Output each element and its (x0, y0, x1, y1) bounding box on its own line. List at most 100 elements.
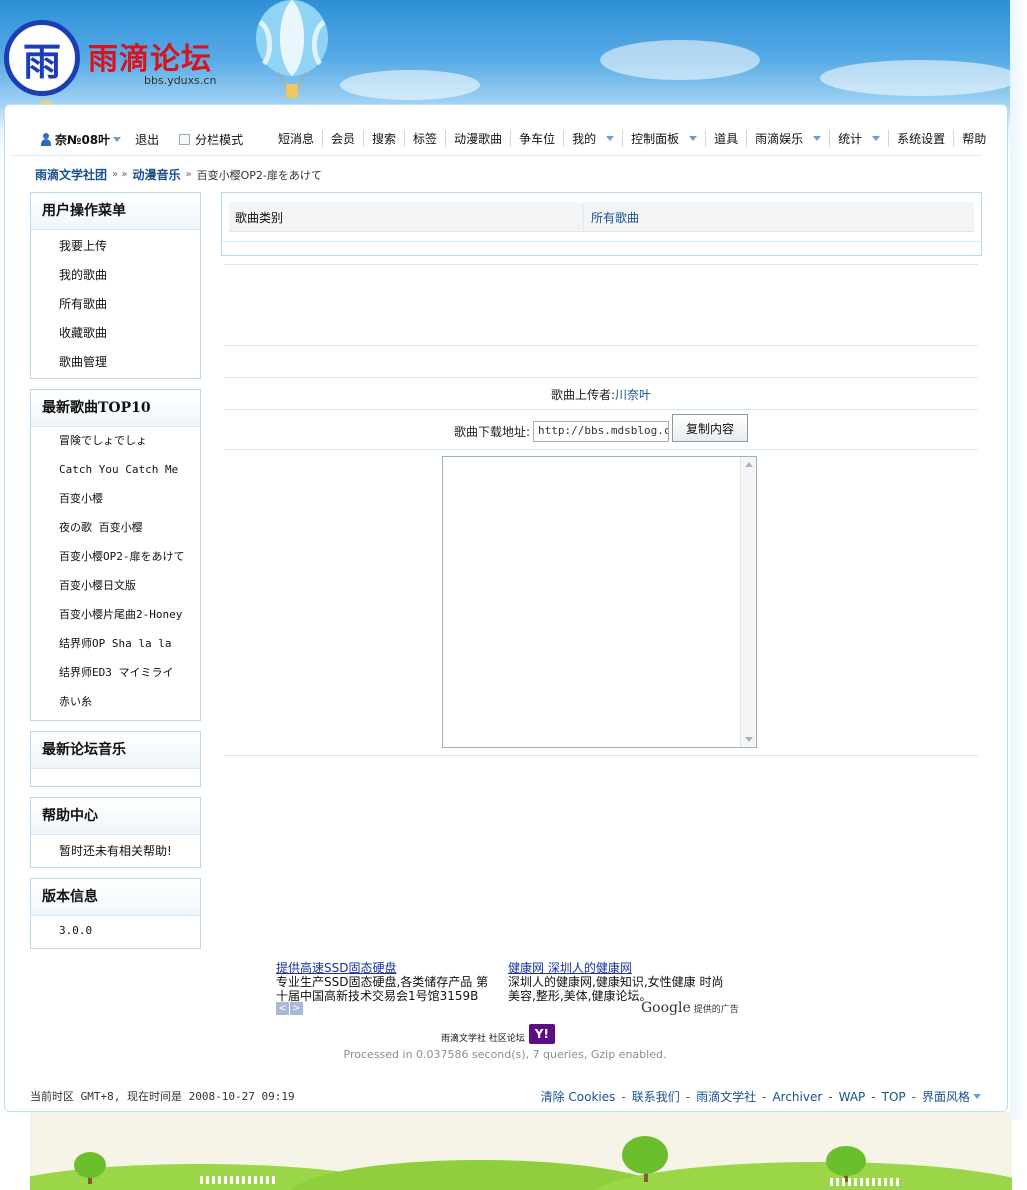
version-text: 3.0.0 (59, 924, 93, 937)
user-icon (40, 133, 52, 146)
footer-link[interactable]: Archiver (772, 1090, 822, 1104)
timezone-info: 当前时区 GMT+8, 现在时间是 2008-10-27 09:19 (30, 1090, 295, 1103)
nav-item[interactable]: 短消息 (270, 130, 322, 147)
category-label: 歌曲类别 (235, 211, 284, 225)
next-arrow-icon[interactable]: > (290, 1002, 303, 1015)
cloud (820, 60, 1020, 96)
breadcrumb-separator: » » (112, 169, 128, 180)
chevron-down-icon[interactable] (872, 136, 881, 141)
scroll-down-icon[interactable] (745, 737, 753, 742)
footer-separator: - (621, 1089, 626, 1104)
main-nav: 短消息 会员 搜索 标签 动漫歌曲 争车位 我的 控制面板 道具 雨滴娱乐 统计 系统设置 帮助 (270, 130, 994, 147)
nav-item[interactable]: 统计 (829, 130, 888, 147)
split-mode-link[interactable]: 分栏模式 (195, 131, 243, 148)
sidebar-menu-item[interactable]: 收藏歌曲 (31, 321, 200, 350)
category-value-link[interactable]: 所有歌曲 (591, 209, 639, 226)
sidebar-menu-item[interactable]: Catch You Catch Me (31, 458, 200, 487)
sidebar-menu-item[interactable]: 所有歌曲 (31, 292, 200, 321)
nav-item-label: 统计 (838, 132, 863, 146)
help-text: 暂时还未有相关帮助! (59, 844, 172, 858)
user-menu-box: 用户操作菜单 我要上传 我的歌曲 所有歌曲 收藏歌曲 歌曲管理 (30, 192, 201, 379)
sidebar-menu-item[interactable]: 夜の歌 百变小樱 (31, 516, 200, 545)
nav-item-label: 控制面板 (631, 132, 680, 146)
nav-item[interactable]: 搜索 (363, 130, 404, 147)
uploader-name-link[interactable]: 川奈叶 (615, 388, 651, 402)
footer-separator: - (911, 1089, 916, 1104)
download-row: 歌曲下载地址: http://bbs.mdsblog.cn/ 复制内容 (224, 414, 978, 442)
cloud (600, 40, 760, 80)
nav-item[interactable]: 道具 (705, 130, 746, 147)
footer-link[interactable]: TOP (882, 1090, 906, 1104)
lyrics-textarea[interactable] (442, 456, 757, 748)
download-url-field[interactable]: http://bbs.mdsblog.cn/ (533, 420, 670, 442)
sidebar-menu-item[interactable]: 百变小樱 (31, 487, 200, 516)
nav-item[interactable]: 雨滴娱乐 (746, 130, 829, 147)
box-title: 最新歌曲TOP10 (31, 390, 200, 427)
uploader-label: 歌曲上传者: (550, 388, 616, 402)
sidebar-menu-item[interactable]: 百变小樱日文版 (31, 574, 200, 603)
nav-item[interactable]: 标签 (404, 130, 445, 147)
footer-link[interactable]: 联系我们 (632, 1088, 680, 1105)
nav-item[interactable]: 争车位 (510, 130, 563, 147)
split-mode-icon[interactable] (179, 134, 191, 145)
divider (224, 345, 978, 346)
sidebar-menu-item[interactable]: 我要上传 (31, 234, 200, 263)
version-box: 版本信息 3.0.0 (30, 878, 201, 949)
chevron-down-icon[interactable] (813, 136, 822, 141)
google-ads-text: 提供的广告 (693, 1005, 739, 1015)
nav-item-label: 会员 (331, 132, 356, 146)
nav-item-label: 我的 (572, 132, 597, 146)
top10-box: 最新歌曲TOP10 冒険でしょでしょ Catch You Catch Me 百变小樱… (30, 389, 201, 721)
ad-title-link[interactable]: 提供高速SSD固态硬盘 (276, 961, 500, 975)
sidebar-menu-item[interactable]: 结界师ED3 マイミライ (31, 661, 200, 690)
nav-item[interactable]: 控制面板 (622, 130, 705, 147)
nav-item-label: 雨滴娱乐 (755, 132, 804, 146)
footer-link[interactable]: 雨滴文学社 (696, 1088, 756, 1105)
user-menu-list: 我要上传 我的歌曲 所有歌曲 收藏歌曲 歌曲管理 (31, 230, 200, 379)
box-title: 最新论坛音乐 (31, 732, 200, 769)
google-ads-label[interactable]: Google 提供的广告 (641, 1000, 739, 1016)
nav-item-label: 动漫歌曲 (454, 132, 503, 146)
footer-link[interactable]: 界面风格 (922, 1088, 970, 1105)
download-label: 歌曲下载地址: (453, 424, 531, 439)
powered-by: 雨滴文学社 社区论坛 Y! (441, 1024, 555, 1044)
footer-link[interactable]: WAP (839, 1090, 866, 1104)
sidebar-menu-item[interactable]: 百变小樱片尾曲2-Honey (31, 603, 200, 632)
nav-item[interactable]: 我的 (563, 130, 622, 147)
chevron-down-icon[interactable] (113, 137, 122, 142)
breadcrumb: 雨滴文学社团 » » 动漫音乐 » 百变小樱OP2-扉をあけて (35, 166, 322, 183)
previous-arrow-icon[interactable]: < (276, 1002, 289, 1015)
breadcrumb-section[interactable]: 动漫音乐 (132, 166, 180, 183)
cloud (340, 70, 480, 100)
scrollbar[interactable] (740, 457, 756, 747)
nav-item-label: 争车位 (519, 132, 556, 146)
hot-air-balloon-icon (256, 0, 328, 98)
copy-content-button[interactable]: 复制内容 (672, 414, 749, 442)
ad-pager: < > (276, 1002, 304, 1015)
username-menu[interactable]: 奈№08叶 (55, 131, 110, 148)
breadcrumb-home[interactable]: 雨滴文学社团 (35, 166, 107, 183)
logout-link[interactable]: 退出 (135, 131, 159, 148)
chevron-down-icon[interactable] (606, 136, 615, 141)
sidebar-menu-item[interactable]: 结界师OP Sha la la (31, 632, 200, 661)
nav-item[interactable]: 系统设置 (888, 130, 953, 147)
sidebar-menu-item[interactable]: 冒険でしょでしょ (31, 429, 200, 458)
processed-info: Processed in 0.037586 second(s), 7 queri… (343, 1048, 667, 1061)
nav-item[interactable]: 帮助 (953, 130, 994, 147)
nav-item[interactable]: 会员 (322, 130, 363, 147)
footer-separator: - (828, 1089, 833, 1104)
ad-title-link[interactable]: 健康网 深圳人的健康网 (508, 961, 734, 975)
sidebar-menu-item[interactable]: 赤い糸 (31, 690, 200, 719)
sidebar-menu-item[interactable]: 百变小樱OP2-扉をあけて (31, 545, 200, 574)
chevron-down-icon[interactable] (973, 1094, 981, 1099)
sidebar-menu-item[interactable]: 歌曲管理 (31, 350, 200, 379)
uploader-info: 歌曲上传者:川奈叶 (224, 386, 978, 403)
yahoo-logo[interactable]: Y! (528, 1024, 555, 1044)
divider (224, 264, 978, 265)
nav-item[interactable]: 动漫歌曲 (445, 130, 510, 147)
sidebar-menu-item[interactable]: 我的歌曲 (31, 263, 200, 292)
top10-list: 冒険でしょでしょ Catch You Catch Me 百变小樱 夜の歌 百变小樱 百变… (31, 427, 200, 719)
scroll-up-icon[interactable] (745, 462, 753, 467)
chevron-down-icon[interactable] (689, 136, 698, 141)
footer-link[interactable]: 清除 Cookies (541, 1088, 616, 1105)
